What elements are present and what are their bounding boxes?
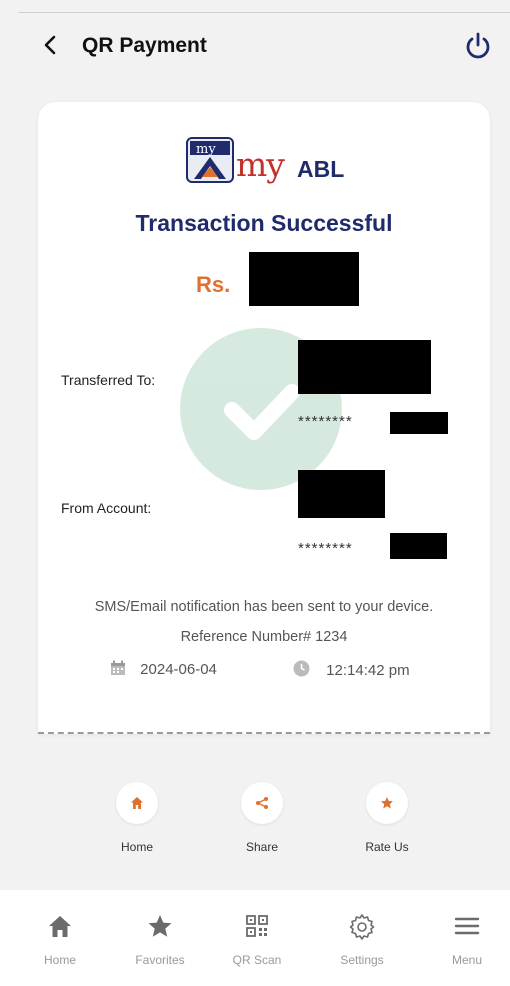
qr-icon [246,915,268,937]
amount-prefix: Rs. [196,272,231,297]
gear-icon [349,914,375,940]
redacted-recipient-name [298,340,431,394]
notification-message: SMS/Email notification has been sent to … [94,599,434,615]
top-divider [18,12,510,13]
logo-text-my: my [236,145,285,184]
quick-action-share[interactable]: Share [217,782,307,854]
logo-text-abl: ABL [297,156,345,182]
logo-emblem-icon: my [186,137,234,183]
from-account-number: ******** [298,540,353,557]
app-header: QR Payment [0,14,510,80]
transferred-to-account: ******** [298,413,353,430]
transferred-to-label: Transferred To: [61,372,156,388]
page-title: QR Payment [82,34,207,57]
svg-text:my: my [196,142,216,157]
receipt-perforation [38,732,490,734]
share-icon [256,797,268,809]
quick-action-rate-us[interactable]: Rate Us [342,782,432,854]
myabl-logo: my my ABL [186,137,346,185]
redacted-sender-name [298,470,385,518]
bottom-navigation: Home Favorites QR Scan Settings Menu [0,890,510,986]
home-icon [131,797,143,809]
quick-action-rate-us-label: Rate Us [365,840,409,854]
quick-action-share-label: Share [245,840,279,854]
transaction-date: 2024-06-04 [140,661,217,678]
from-account-label: From Account: [61,500,152,516]
nav-home-label: Home [43,953,76,967]
nav-qr-scan[interactable]: QR Scan [212,912,302,967]
nav-home[interactable]: Home [15,912,105,967]
back-arrow-icon[interactable] [36,30,66,60]
nav-settings[interactable]: Settings [317,912,407,967]
nav-favorites[interactable]: Favorites [115,912,205,967]
home-icon [49,916,71,937]
power-icon[interactable] [462,30,494,62]
calendar-icon [111,660,125,675]
star-icon [148,915,172,937]
time-row: 12:14:42 pm [293,660,410,679]
nav-qr-scan-label: QR Scan [232,953,282,967]
redacted-recipient-account [390,412,448,434]
quick-action-home-label: Home [120,840,153,854]
nav-favorites-label: Favorites [135,953,185,967]
transaction-time: 12:14:42 pm [326,662,410,679]
menu-icon [454,917,480,935]
nav-menu[interactable]: Menu [422,912,510,967]
nav-menu-label: Menu [451,953,483,967]
clock-icon [293,660,310,677]
reference-number: Reference Number# 1234 [180,629,348,645]
date-row: 2024-06-04 [110,660,217,678]
quick-action-home[interactable]: Home [92,782,182,854]
star-icon [381,797,393,809]
transaction-status: Transaction Successful [135,210,393,236]
redacted-sender-account [390,533,447,559]
nav-settings-label: Settings [340,953,384,967]
redacted-amount [249,252,359,306]
